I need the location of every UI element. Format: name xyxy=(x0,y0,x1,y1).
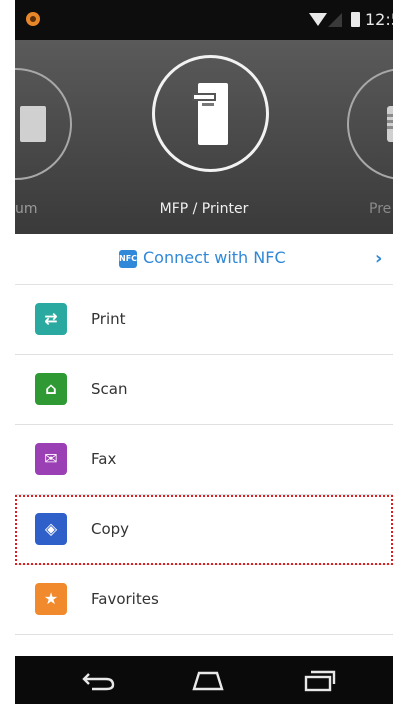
navigation-bar xyxy=(15,656,393,704)
menu-item-fax[interactable]: ✉ Fax xyxy=(15,425,393,495)
chevron-right-icon: › xyxy=(375,248,383,269)
recent-apps-icon[interactable] xyxy=(300,668,338,692)
battery-icon xyxy=(351,12,360,27)
copy-icon: ◈ xyxy=(44,519,58,538)
carousel-label-right: Pre xyxy=(369,201,392,217)
carousel-label-center: MFP / Printer xyxy=(159,201,249,217)
printer-icon xyxy=(192,83,228,145)
fax-icon-tile: ✉ xyxy=(35,443,67,475)
menu-item-favorites[interactable]: ★ Favorites xyxy=(15,565,393,635)
scan-icon-tile: ⌂ xyxy=(35,373,67,405)
device-carousel[interactable]: um MFP / Printer Pre xyxy=(15,40,393,234)
menu-item-label: Fax xyxy=(91,450,117,468)
document-icon xyxy=(387,106,393,142)
nfc-icon: NFC xyxy=(119,250,137,268)
menu-item-copy[interactable]: ◈ Copy xyxy=(15,495,393,565)
connect-nfc-row[interactable]: NFC Connect with NFC › xyxy=(15,234,393,285)
connect-nfc-label: Connect with NFC xyxy=(143,248,286,267)
status-bar: 12:5 xyxy=(15,0,393,40)
app-screen: 12:5 um MFP / Printer Pre NFC Connect wi… xyxy=(15,0,393,704)
function-menu: ⇄ Print ⌂ Scan ✉ Fax ◈ Copy ★ Favorites xyxy=(15,285,393,635)
carousel-item-album[interactable] xyxy=(15,68,72,180)
menu-item-label: Print xyxy=(91,310,126,328)
star-icon-tile: ★ xyxy=(35,583,67,615)
copy-icon-tile: ◈ xyxy=(35,513,67,545)
wifi-icon xyxy=(309,13,327,26)
carousel-item-mfp-printer[interactable] xyxy=(152,55,269,172)
menu-item-label: Copy xyxy=(91,520,130,538)
status-time: 12:5 xyxy=(365,10,393,29)
carousel-item-preview[interactable] xyxy=(347,68,393,180)
menu-item-scan[interactable]: ⌂ Scan xyxy=(15,355,393,425)
print-icon: ⇄ xyxy=(44,309,58,328)
menu-item-label: Scan xyxy=(91,380,128,398)
home-icon[interactable] xyxy=(189,668,227,692)
fax-icon: ✉ xyxy=(44,449,58,468)
menu-item-print[interactable]: ⇄ Print xyxy=(15,285,393,355)
star-icon: ★ xyxy=(43,589,59,608)
print-icon-tile: ⇄ xyxy=(35,303,67,335)
scan-icon: ⌂ xyxy=(45,379,57,398)
back-icon[interactable] xyxy=(80,668,118,692)
menu-item-label: Favorites xyxy=(91,590,159,608)
notification-icon xyxy=(26,12,40,26)
photo-icon xyxy=(20,106,46,142)
signal-icon xyxy=(328,13,342,27)
